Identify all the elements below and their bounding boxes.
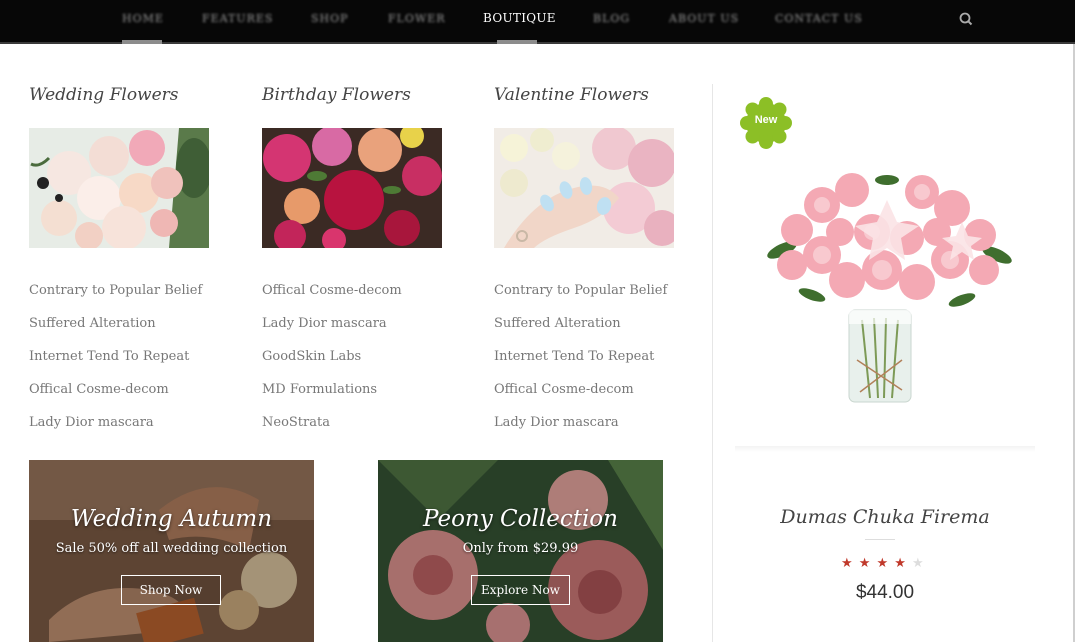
wedding-link-2[interactable]: Suffered Alteration xyxy=(29,316,156,331)
star-icon: ★ xyxy=(876,556,889,571)
valentine-flowers-image[interactable] xyxy=(494,128,674,248)
birthday-link-1[interactable]: Offical Cosme-decom xyxy=(262,283,402,298)
valentine-link-4[interactable]: Offical Cosme-decom xyxy=(494,382,634,397)
new-badge-label: New xyxy=(754,114,778,126)
search-icon[interactable] xyxy=(958,11,974,27)
column-title-wedding[interactable]: Wedding Flowers xyxy=(29,85,179,105)
valentine-link-3[interactable]: Internet Tend To Repeat xyxy=(494,349,654,364)
banner-title-peony-collection: Peony Collection xyxy=(423,506,618,532)
star-icon: ★ xyxy=(841,556,853,571)
wedding-link-4[interactable]: Offical Cosme-decom xyxy=(29,382,169,397)
wedding-link-1[interactable]: Contrary to Popular Belief xyxy=(29,283,202,298)
product-price: $44.00 xyxy=(855,582,915,603)
product-bouquet-image[interactable] xyxy=(752,160,1022,410)
birthday-flowers-image[interactable] xyxy=(262,128,442,248)
nav-item-contact-us[interactable]: CONTACT US xyxy=(775,12,863,25)
star-icon: ★ xyxy=(912,556,924,571)
nav-item-home[interactable]: HOME xyxy=(122,12,164,25)
wedding-flowers-image[interactable] xyxy=(29,128,209,248)
nav-item-blog[interactable]: BLOG xyxy=(593,12,630,25)
nav-item-shop[interactable]: SHOP xyxy=(311,12,349,25)
nav-item-flower[interactable]: FLOWER xyxy=(388,12,446,25)
column-title-birthday[interactable]: Birthday Flowers xyxy=(262,85,411,105)
wedding-link-3[interactable]: Internet Tend To Repeat xyxy=(29,349,189,364)
birthday-link-5[interactable]: NeoStrata xyxy=(262,415,330,430)
wedding-link-5[interactable]: Lady Dior mascara xyxy=(29,415,154,430)
nav-item-features[interactable]: FEATURES xyxy=(202,12,273,25)
valentine-link-5[interactable]: Lady Dior mascara xyxy=(494,415,619,430)
product-separator xyxy=(865,539,895,540)
valentine-link-1[interactable]: Contrary to Popular Belief xyxy=(494,283,667,298)
nav-item-boutique[interactable]: BOUTIQUE xyxy=(483,11,556,25)
birthday-link-3[interactable]: GoodSkin Labs xyxy=(262,349,361,364)
nav-item-about-us[interactable]: ABOUT US xyxy=(669,12,739,25)
banner-title-wedding-autumn: Wedding Autumn xyxy=(70,506,273,532)
top-navigation: HOME FEATURES SHOP FLOWER BOUTIQUE BLOG … xyxy=(0,0,1075,44)
column-title-valentine[interactable]: Valentine Flowers xyxy=(494,85,649,105)
star-icon: ★ xyxy=(858,556,871,571)
peony-collection-banner[interactable]: Peony Collection Only from $29.99 Explor… xyxy=(378,460,663,642)
explore-now-button[interactable]: Explore Now xyxy=(471,575,570,605)
star-icon: ★ xyxy=(894,556,906,571)
birthday-link-4[interactable]: MD Formulations xyxy=(262,382,377,397)
nav-home-underline xyxy=(122,40,162,44)
product-image-shadow xyxy=(735,446,1035,452)
shop-now-button[interactable]: Shop Now xyxy=(121,575,221,605)
product-name[interactable]: Dumas Chuka Firema xyxy=(735,506,1035,528)
product-rating: ★ ★ ★ ★ ★ xyxy=(841,552,925,571)
wedding-autumn-banner[interactable]: Wedding Autumn Sale 50% off all wedding … xyxy=(29,460,314,642)
nav-boutique-underline xyxy=(497,40,537,44)
vertical-divider xyxy=(712,84,713,642)
valentine-link-2[interactable]: Suffered Alteration xyxy=(494,316,621,331)
banner-subtitle-peony-collection: Only from $29.99 xyxy=(462,541,579,556)
birthday-link-2[interactable]: Lady Dior mascara xyxy=(262,316,387,331)
banner-subtitle-wedding-autumn: Sale 50% off all wedding collection xyxy=(55,541,288,556)
